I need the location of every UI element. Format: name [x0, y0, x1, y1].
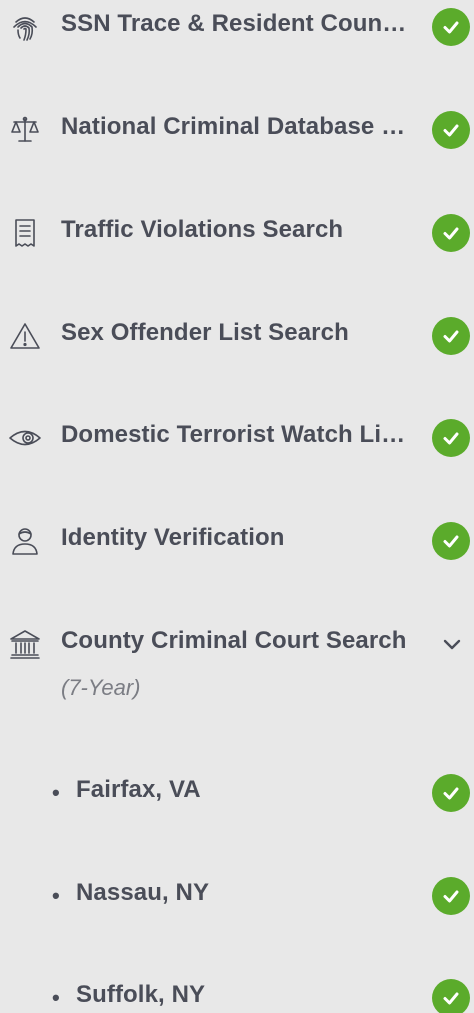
check-row-sex-offender[interactable]: Sex Offender List Search: [0, 309, 474, 369]
receipt-icon: [6, 214, 44, 252]
check-label: National Criminal Database Search: [61, 113, 411, 140]
check-row-county-criminal-court[interactable]: County Criminal Court Search: [0, 617, 474, 677]
check-row-ssn-trace[interactable]: SSN Trace & Resident County Search: [0, 0, 474, 60]
check-complete-icon: [432, 111, 470, 149]
check-complete-icon: [432, 419, 470, 457]
chevron-down-icon[interactable]: [440, 633, 464, 657]
check-row-identity-verification[interactable]: Identity Verification: [0, 514, 474, 574]
check-complete-icon: [432, 979, 470, 1013]
county-label: Nassau, NY: [76, 879, 210, 906]
county-label: Suffolk, NY: [76, 981, 206, 1008]
check-row-national-criminal[interactable]: National Criminal Database Search: [0, 103, 474, 163]
list-bullet: •: [52, 985, 60, 1010]
county-row-fairfax[interactable]: • Fairfax, VA: [0, 766, 474, 826]
check-label: SSN Trace & Resident County Search: [61, 10, 411, 37]
county-search-period: (7-Year): [61, 675, 141, 700]
check-complete-icon: [432, 8, 470, 46]
check-label: Domestic Terrorist Watch List Search: [61, 421, 411, 448]
check-row-terrorist-watch-list[interactable]: Domestic Terrorist Watch List Search: [0, 411, 474, 471]
check-row-traffic-violations[interactable]: Traffic Violations Search: [0, 206, 474, 266]
background-check-list: SSN Trace & Resident County Search Natio…: [0, 0, 474, 1013]
check-complete-icon: [432, 877, 470, 915]
check-complete-icon: [432, 522, 470, 560]
check-complete-icon: [432, 774, 470, 812]
check-label: Sex Offender List Search: [61, 319, 349, 346]
county-label: Fairfax, VA: [76, 776, 201, 803]
list-bullet: •: [52, 883, 60, 908]
eye-icon: [6, 419, 44, 457]
warning-icon: [6, 317, 44, 355]
user-icon: [6, 522, 44, 560]
scales-icon: [6, 111, 44, 149]
check-label: Identity Verification: [61, 524, 285, 551]
check-label: County Criminal Court Search: [61, 627, 407, 654]
check-complete-icon: [432, 317, 470, 355]
county-row-suffolk[interactable]: • Suffolk, NY: [0, 971, 474, 1013]
fingerprint-icon: [6, 8, 44, 46]
county-row-nassau[interactable]: • Nassau, NY: [0, 869, 474, 929]
list-bullet: •: [52, 780, 60, 805]
check-complete-icon: [432, 214, 470, 252]
check-label: Traffic Violations Search: [61, 216, 344, 243]
courthouse-icon: [6, 625, 44, 663]
